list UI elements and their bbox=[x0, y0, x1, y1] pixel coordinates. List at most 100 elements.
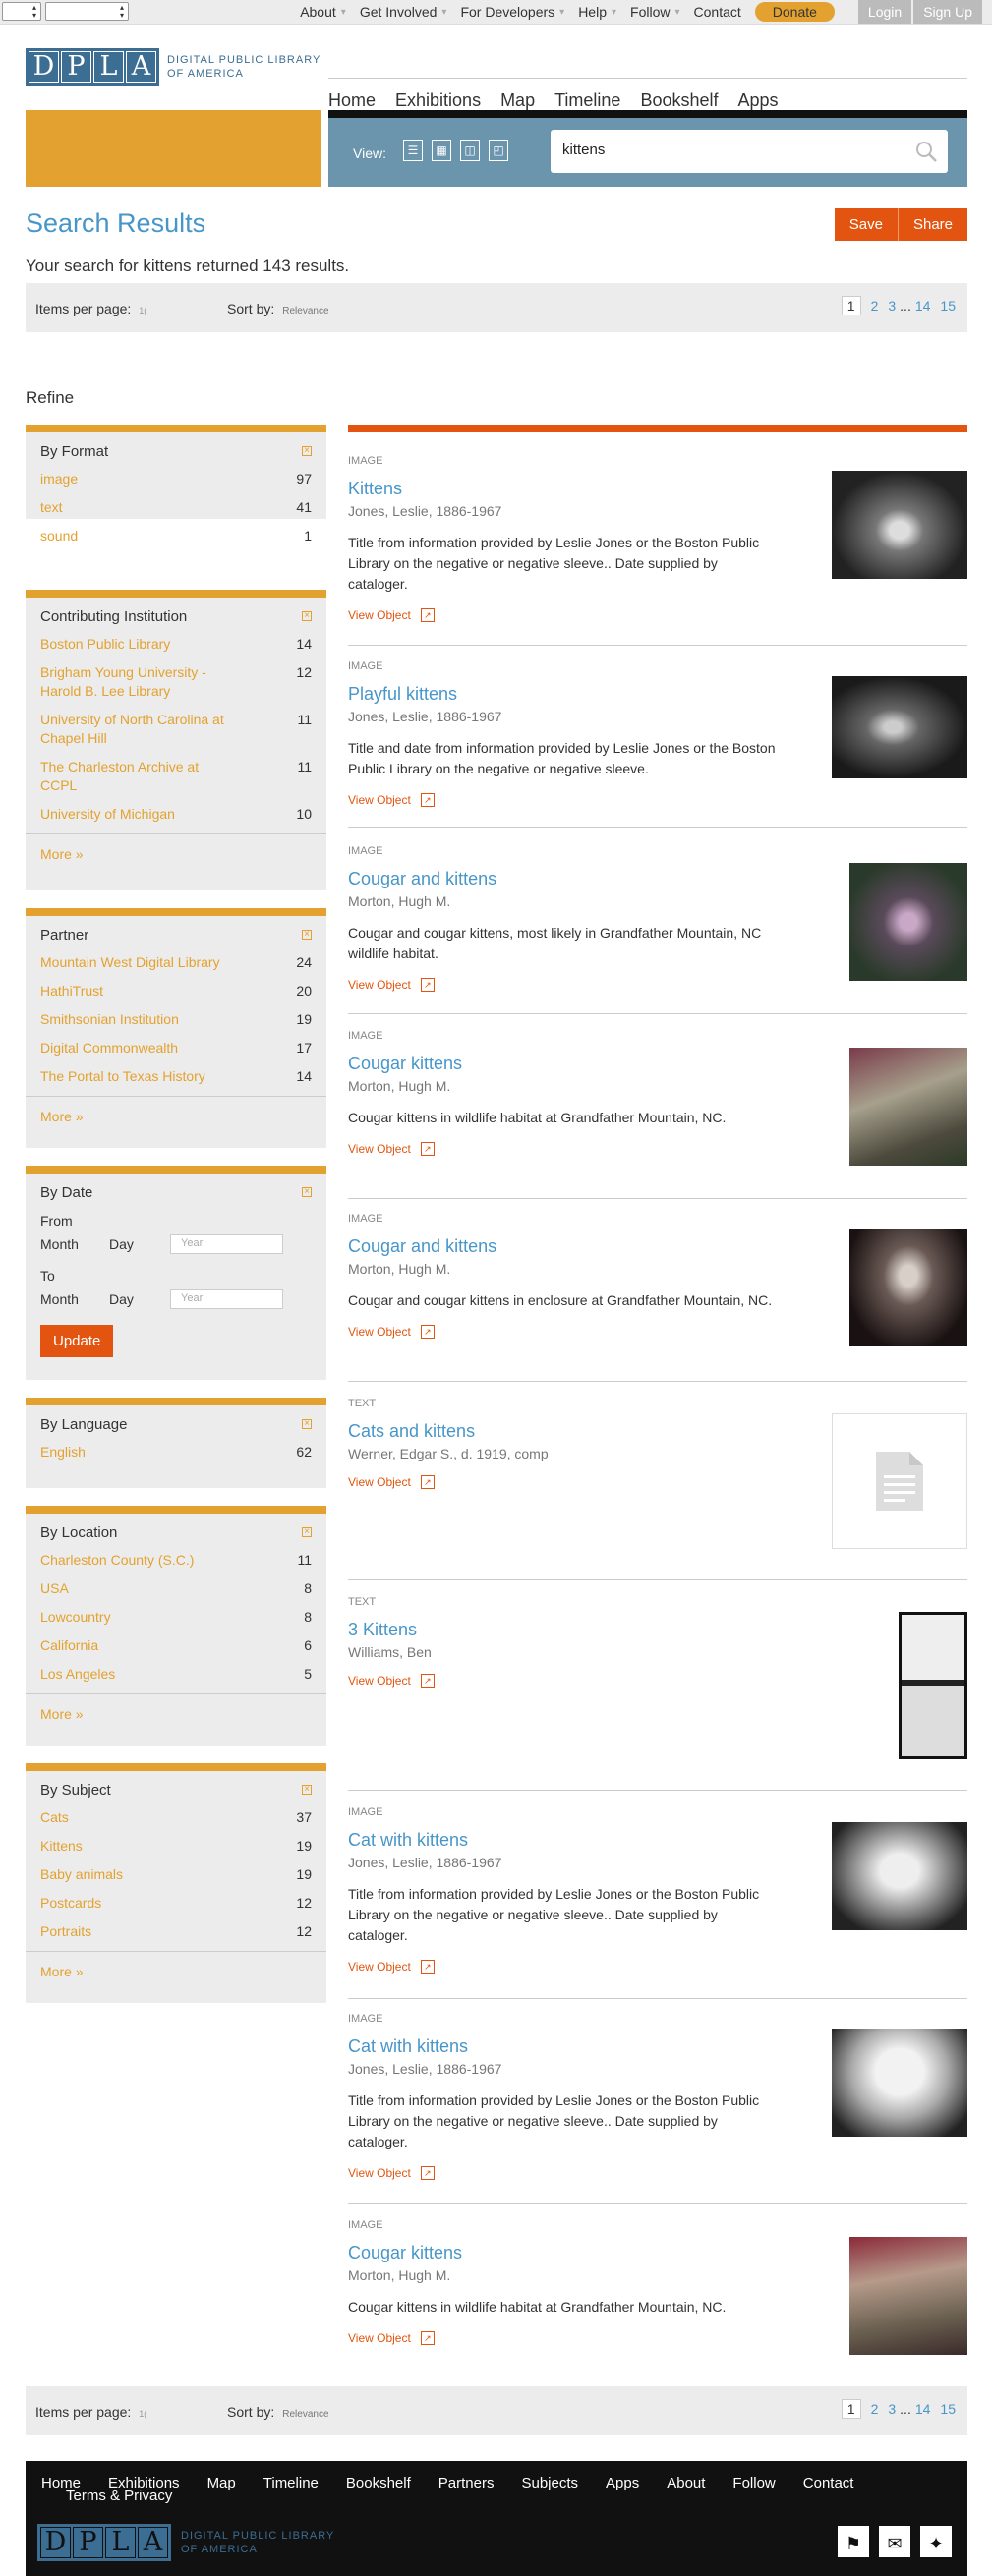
facet-item[interactable]: Baby animals 19 bbox=[26, 1865, 326, 1884]
facet-header[interactable]: Partner × bbox=[26, 916, 326, 953]
to-day-select[interactable]: Day bbox=[109, 1291, 148, 1307]
search-icon[interactable] bbox=[914, 140, 938, 163]
result-thumbnail[interactable] bbox=[832, 2029, 967, 2137]
nav-timeline[interactable]: Timeline bbox=[554, 90, 620, 111]
footer-link-bookshelf[interactable]: Bookshelf bbox=[346, 2475, 411, 2491]
select-two[interactable] bbox=[45, 2, 129, 21]
facet-item[interactable]: Postcards 12 bbox=[26, 1894, 326, 1913]
facet-header[interactable]: By Location × bbox=[26, 1514, 326, 1551]
from-year-input[interactable]: Year bbox=[170, 1234, 283, 1254]
nav-apps[interactable]: Apps bbox=[738, 90, 779, 111]
select-one[interactable] bbox=[2, 2, 41, 21]
page-link[interactable]: 15 bbox=[940, 2401, 956, 2417]
facet-item[interactable]: text 41 bbox=[26, 498, 326, 517]
collapse-icon[interactable]: × bbox=[302, 446, 312, 456]
collapse-icon[interactable]: × bbox=[302, 611, 312, 621]
facet-item[interactable]: University of Michigan 10 bbox=[26, 805, 326, 824]
list-view-icon[interactable]: ☰ bbox=[403, 140, 423, 161]
footer-link-terms[interactable]: Terms & Privacy bbox=[66, 2488, 172, 2504]
collapse-icon[interactable]: × bbox=[302, 1419, 312, 1429]
footer-link-timeline[interactable]: Timeline bbox=[263, 2475, 319, 2491]
facet-item[interactable]: Brigham Young University - Harold B. Lee… bbox=[26, 663, 326, 701]
footer-link-partners[interactable]: Partners bbox=[438, 2475, 495, 2491]
result-thumbnail[interactable] bbox=[849, 1048, 967, 1166]
signup-button[interactable]: Sign Up bbox=[913, 0, 982, 24]
page-link[interactable]: 3 bbox=[888, 2401, 896, 2417]
to-month-select[interactable]: Month bbox=[40, 1291, 109, 1307]
view-object-link[interactable]: View Object ↗ bbox=[348, 2166, 967, 2180]
donate-button[interactable]: Donate bbox=[754, 2, 835, 22]
social-icon[interactable]: ✦ bbox=[920, 2526, 952, 2557]
topnav-contact[interactable]: Contact bbox=[694, 4, 741, 20]
nav-exhibitions[interactable]: Exhibitions bbox=[395, 90, 481, 111]
facet-header[interactable]: By Format × bbox=[26, 432, 326, 470]
facet-item[interactable]: Cats 37 bbox=[26, 1808, 326, 1827]
page-link[interactable]: 15 bbox=[940, 298, 956, 314]
timeline-view-icon[interactable]: ◫ bbox=[460, 140, 480, 161]
login-button[interactable]: Login bbox=[857, 0, 912, 24]
topnav-follow[interactable]: Follow ▾ bbox=[630, 4, 680, 20]
topnav-about[interactable]: About ▾ bbox=[300, 4, 346, 20]
result-thumbnail[interactable] bbox=[899, 1612, 967, 1759]
topnav-get-involved[interactable]: Get Involved ▾ bbox=[360, 4, 447, 20]
result-thumbnail[interactable] bbox=[832, 1822, 967, 1930]
facet-item[interactable]: Lowcountry 8 bbox=[26, 1608, 326, 1627]
page-link[interactable]: 2 bbox=[871, 2401, 879, 2417]
dpla-logo[interactable]: D P L A Digital Public Library of Americ… bbox=[26, 48, 321, 86]
result-thumbnail[interactable] bbox=[849, 2237, 967, 2355]
page-link[interactable]: 14 bbox=[915, 2401, 931, 2417]
facet-item[interactable]: Los Angeles 5 bbox=[26, 1665, 326, 1684]
from-day-select[interactable]: Day bbox=[109, 1236, 148, 1252]
topnav-help[interactable]: Help ▾ bbox=[578, 4, 616, 20]
facet-item[interactable]: The Portal to Texas History 14 bbox=[26, 1067, 326, 1086]
facet-item[interactable]: Charleston County (S.C.) 11 bbox=[26, 1551, 326, 1570]
more-link[interactable]: More » bbox=[26, 1096, 326, 1134]
footer-logo[interactable]: D P L A Digital Public Library of Americ… bbox=[37, 2524, 334, 2561]
map-view-icon[interactable]: ◰ bbox=[489, 140, 508, 161]
result-thumbnail[interactable] bbox=[849, 863, 967, 981]
result-title[interactable]: 3 Kittens bbox=[348, 1620, 967, 1640]
facet-header[interactable]: Contributing Institution × bbox=[26, 598, 326, 635]
facet-item[interactable]: University of North Carolina at Chapel H… bbox=[26, 711, 326, 748]
view-object-link[interactable]: View Object ↗ bbox=[348, 1674, 967, 1688]
result-thumbnail[interactable] bbox=[832, 471, 967, 579]
facet-item[interactable]: sound 1 bbox=[26, 527, 326, 545]
footer-link-map[interactable]: Map bbox=[207, 2475, 236, 2491]
facet-header[interactable]: By Subject × bbox=[26, 1771, 326, 1808]
footer-link-about[interactable]: About bbox=[667, 2475, 705, 2491]
grid-view-icon[interactable]: ▦ bbox=[432, 140, 451, 161]
footer-link-contact[interactable]: Contact bbox=[803, 2475, 854, 2491]
from-month-select[interactable]: Month bbox=[40, 1236, 109, 1252]
facet-item[interactable]: English 62 bbox=[26, 1443, 326, 1461]
save-button[interactable]: Save bbox=[834, 208, 899, 241]
more-link[interactable]: More » bbox=[26, 833, 326, 872]
view-object-link[interactable]: View Object ↗ bbox=[348, 608, 967, 622]
more-link[interactable]: More » bbox=[26, 1693, 326, 1732]
facet-item[interactable]: Portraits 12 bbox=[26, 1922, 326, 1941]
facet-item[interactable]: Boston Public Library 14 bbox=[26, 635, 326, 654]
nav-home[interactable]: Home bbox=[328, 90, 376, 111]
page-link[interactable]: 3 bbox=[888, 298, 896, 314]
nav-bookshelf[interactable]: Bookshelf bbox=[640, 90, 718, 111]
facet-item[interactable]: Kittens 19 bbox=[26, 1837, 326, 1856]
facet-item[interactable]: The Charleston Archive at CCPL 11 bbox=[26, 758, 326, 795]
sort-select[interactable]: Relevance bbox=[282, 2409, 328, 2420]
more-link[interactable]: More » bbox=[26, 1951, 326, 1989]
footer-link-apps[interactable]: Apps bbox=[606, 2475, 639, 2491]
facet-item[interactable]: image 97 bbox=[26, 470, 326, 488]
search-input[interactable] bbox=[562, 142, 897, 158]
collapse-icon[interactable]: × bbox=[302, 1187, 312, 1197]
topnav-developers[interactable]: For Developers ▾ bbox=[460, 4, 564, 20]
view-object-link[interactable]: View Object ↗ bbox=[348, 793, 967, 807]
page-link[interactable]: 14 bbox=[915, 298, 931, 314]
result-thumbnail[interactable] bbox=[832, 1413, 967, 1549]
social-icon[interactable]: ⚑ bbox=[838, 2526, 869, 2557]
facet-header[interactable]: By Date × bbox=[26, 1174, 326, 1211]
facet-header[interactable]: By Language × bbox=[26, 1405, 326, 1443]
facet-item[interactable]: Mountain West Digital Library 24 bbox=[26, 953, 326, 972]
share-button[interactable]: Share bbox=[898, 208, 967, 241]
facet-item[interactable]: Smithsonian Institution 19 bbox=[26, 1010, 326, 1029]
page-link[interactable]: 2 bbox=[871, 298, 879, 314]
collapse-icon[interactable]: × bbox=[302, 1527, 312, 1537]
footer-link-subjects[interactable]: Subjects bbox=[521, 2475, 578, 2491]
